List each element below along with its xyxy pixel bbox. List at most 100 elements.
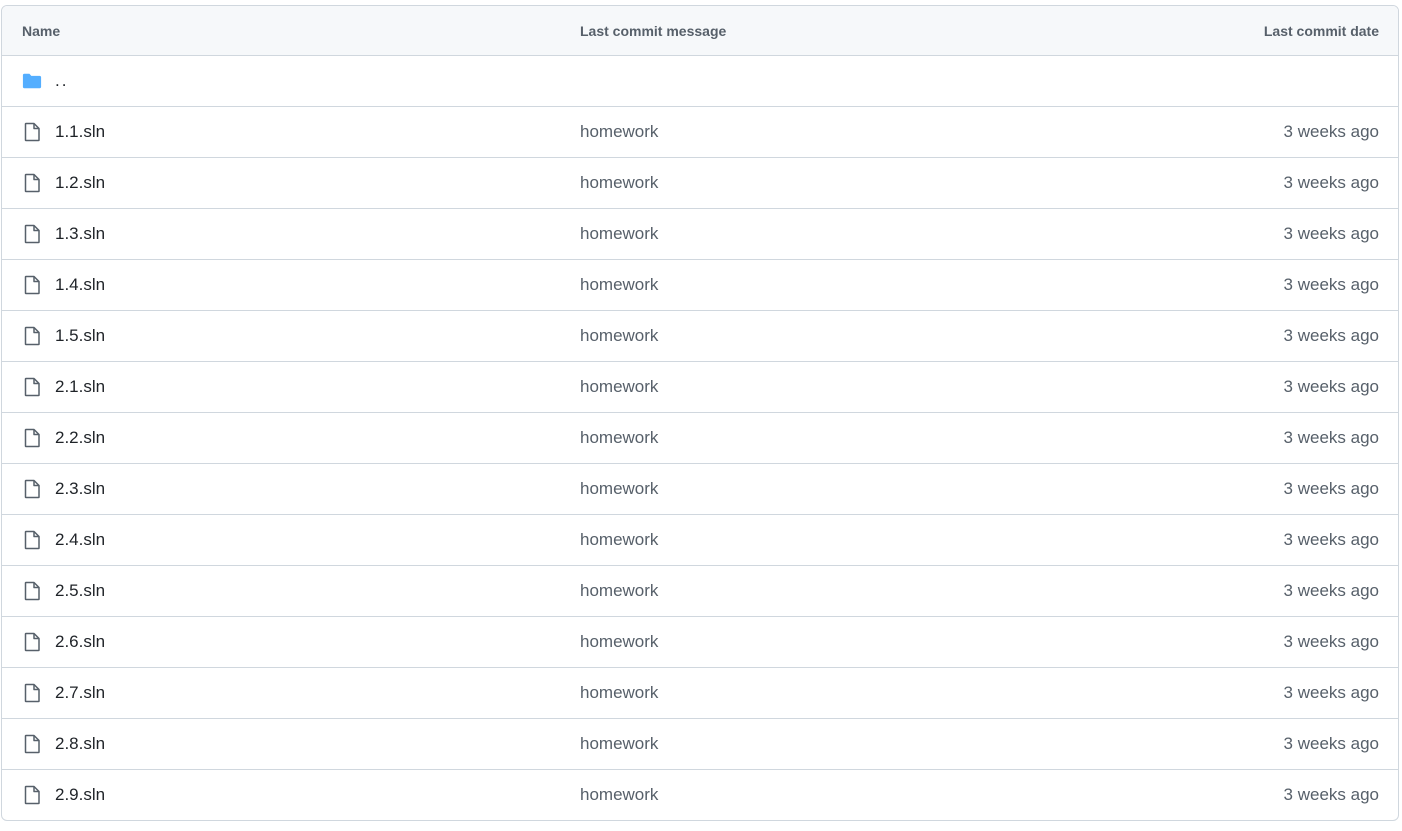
commit-message-cell: homework: [580, 581, 1080, 601]
file-name-link[interactable]: 2.2.sln: [55, 428, 105, 448]
file-name-cell: 1.3.sln: [2, 224, 580, 244]
commit-message-link[interactable]: homework: [580, 479, 658, 498]
parent-directory-cell: ..: [2, 71, 580, 91]
commit-message-cell: homework: [580, 785, 1080, 805]
file-name-cell: 1.4.sln: [2, 275, 580, 295]
commit-message-cell: homework: [580, 377, 1080, 397]
commit-date-cell: 3 weeks ago: [1283, 734, 1379, 753]
file-name-link[interactable]: 2.7.sln: [55, 683, 105, 703]
commit-date-cell: 3 weeks ago: [1283, 275, 1379, 294]
file-icon: [22, 173, 42, 193]
file-name-cell: 2.4.sln: [2, 530, 580, 550]
file-name-link[interactable]: 1.5.sln: [55, 326, 105, 346]
commit-message-cell: homework: [580, 326, 1080, 346]
commit-message-link[interactable]: homework: [580, 122, 658, 141]
file-icon: [22, 530, 42, 550]
table-row[interactable]: 2.9.sln homework 3 weeks ago: [2, 769, 1398, 820]
table-row[interactable]: 2.6.sln homework 3 weeks ago: [2, 616, 1398, 667]
file-name-cell: 2.6.sln: [2, 632, 580, 652]
file-icon: [22, 632, 42, 652]
parent-directory-link[interactable]: ..: [55, 71, 68, 91]
file-name-link[interactable]: 1.3.sln: [55, 224, 105, 244]
file-icon: [22, 428, 42, 448]
commit-message-link[interactable]: homework: [580, 632, 658, 651]
commit-message-link[interactable]: homework: [580, 683, 658, 702]
parent-directory-row[interactable]: ..: [2, 56, 1398, 106]
header-commit-message: Last commit message: [580, 22, 727, 39]
commit-message-cell: homework: [580, 530, 1080, 550]
file-icon: [22, 122, 42, 142]
commit-message-link[interactable]: homework: [580, 530, 658, 549]
commit-date-cell: 3 weeks ago: [1283, 377, 1379, 396]
table-row[interactable]: 1.2.sln homework 3 weeks ago: [2, 157, 1398, 208]
commit-message-cell: homework: [580, 275, 1080, 295]
commit-message-link[interactable]: homework: [580, 581, 658, 600]
commit-date-cell: 3 weeks ago: [1283, 785, 1379, 804]
table-row[interactable]: 1.5.sln homework 3 weeks ago: [2, 310, 1398, 361]
file-icon: [22, 377, 42, 397]
file-name-cell: 2.1.sln: [2, 377, 580, 397]
commit-date-cell: 3 weeks ago: [1283, 530, 1379, 549]
file-icon: [22, 734, 42, 754]
commit-message-cell: homework: [580, 734, 1080, 754]
commit-message-cell: homework: [580, 428, 1080, 448]
commit-message-link[interactable]: homework: [580, 734, 658, 753]
file-icon: [22, 275, 42, 295]
table-row[interactable]: 2.2.sln homework 3 weeks ago: [2, 412, 1398, 463]
commit-date-cell: 3 weeks ago: [1283, 479, 1379, 498]
file-name-cell: 2.8.sln: [2, 734, 580, 754]
file-name-link[interactable]: 2.1.sln: [55, 377, 105, 397]
file-name-link[interactable]: 2.3.sln: [55, 479, 105, 499]
header-commit-date: Last commit date: [1263, 22, 1379, 39]
commit-date-cell: 3 weeks ago: [1283, 326, 1379, 345]
commit-date-cell: 3 weeks ago: [1283, 632, 1379, 651]
file-name-cell: 2.7.sln: [2, 683, 580, 703]
file-name-link[interactable]: 2.5.sln: [55, 581, 105, 601]
commit-message-cell: homework: [580, 224, 1080, 244]
table-row[interactable]: 1.1.sln homework 3 weeks ago: [2, 106, 1398, 157]
file-name-link[interactable]: 1.1.sln: [55, 122, 105, 142]
commit-message-link[interactable]: homework: [580, 785, 658, 804]
commit-message-cell: homework: [580, 122, 1080, 142]
header-name: Name: [22, 22, 61, 39]
file-icon: [22, 326, 42, 346]
commit-date-cell: 3 weeks ago: [1283, 683, 1379, 702]
table-row[interactable]: 2.1.sln homework 3 weeks ago: [2, 361, 1398, 412]
file-icon: [22, 683, 42, 703]
file-name-cell: 2.3.sln: [2, 479, 580, 499]
table-row[interactable]: 2.3.sln homework 3 weeks ago: [2, 463, 1398, 514]
file-name-link[interactable]: 2.8.sln: [55, 734, 105, 754]
file-name-cell: 1.5.sln: [2, 326, 580, 346]
table-row[interactable]: 1.3.sln homework 3 weeks ago: [2, 208, 1398, 259]
commit-date-cell: 3 weeks ago: [1283, 428, 1379, 447]
file-name-link[interactable]: 1.2.sln: [55, 173, 105, 193]
file-name-cell: 2.5.sln: [2, 581, 580, 601]
commit-date-cell: 3 weeks ago: [1283, 122, 1379, 141]
table-row[interactable]: 2.7.sln homework 3 weeks ago: [2, 667, 1398, 718]
table-row[interactable]: 2.5.sln homework 3 weeks ago: [2, 565, 1398, 616]
commit-message-link[interactable]: homework: [580, 428, 658, 447]
file-name-link[interactable]: 1.4.sln: [55, 275, 105, 295]
file-name-link[interactable]: 2.4.sln: [55, 530, 105, 550]
file-name-link[interactable]: 2.6.sln: [55, 632, 105, 652]
commit-message-cell: homework: [580, 683, 1080, 703]
commit-message-link[interactable]: homework: [580, 275, 658, 294]
commit-message-link[interactable]: homework: [580, 326, 658, 345]
table-row[interactable]: 2.8.sln homework 3 weeks ago: [2, 718, 1398, 769]
commit-message-cell: homework: [580, 173, 1080, 193]
file-name-cell: 1.2.sln: [2, 173, 580, 193]
table-row[interactable]: 2.4.sln homework 3 weeks ago: [2, 514, 1398, 565]
file-icon: [22, 581, 42, 601]
commit-date-cell: 3 weeks ago: [1283, 224, 1379, 243]
commit-message-link[interactable]: homework: [580, 224, 658, 243]
file-name-cell: 2.9.sln: [2, 785, 580, 805]
file-name-cell: 2.2.sln: [2, 428, 580, 448]
commit-date-cell: 3 weeks ago: [1283, 173, 1379, 192]
commit-message-link[interactable]: homework: [580, 173, 658, 192]
commit-message-link[interactable]: homework: [580, 377, 658, 396]
folder-icon: [22, 71, 42, 91]
file-name-link[interactable]: 2.9.sln: [55, 785, 105, 805]
commit-date-cell: 3 weeks ago: [1283, 581, 1379, 600]
table-row[interactable]: 1.4.sln homework 3 weeks ago: [2, 259, 1398, 310]
file-icon: [22, 479, 42, 499]
